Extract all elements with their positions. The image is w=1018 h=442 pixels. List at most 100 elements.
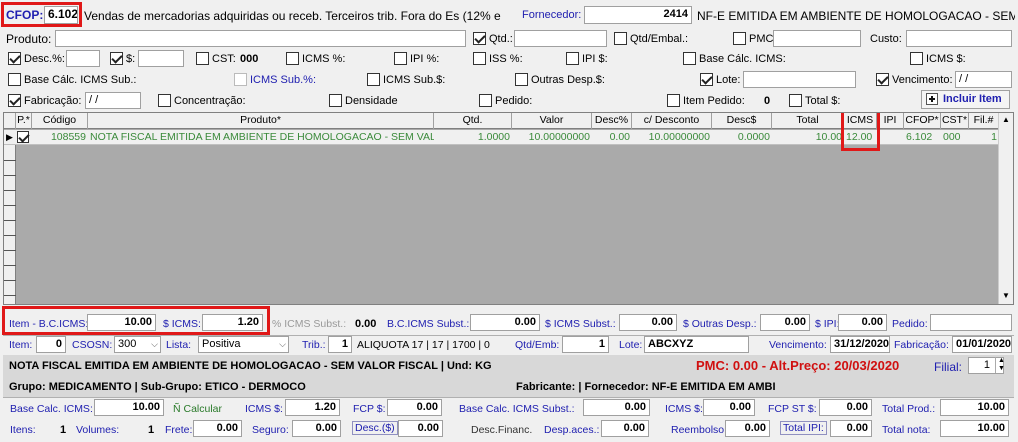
vencimento-input-lower[interactable]: 31/12/2020: [830, 336, 890, 353]
total-prod-input[interactable]: 10.00: [940, 399, 1009, 416]
pedido-checkbox[interactable]: [479, 94, 492, 107]
cst-checkbox[interactable]: [196, 52, 209, 65]
grid-header-cst[interactable]: CST*: [941, 113, 969, 129]
custo-input[interactable]: [906, 30, 1012, 47]
custo-label: Custo:: [870, 33, 902, 45]
ipi-input[interactable]: 0.00: [838, 314, 887, 331]
fabricacao-label-lower: Fabricação:: [894, 339, 949, 351]
ipi-pct-checkbox[interactable]: [394, 52, 407, 65]
seguro-input[interactable]: 0.00: [292, 420, 341, 437]
row-p-checkbox[interactable]: [17, 131, 29, 143]
volumes-label: Volumes:: [76, 424, 120, 436]
cell-desc-pct: 0.00: [609, 131, 630, 143]
qtd-embal-label: Qtd/Embal.:: [630, 33, 689, 45]
icms-subst-input[interactable]: 0.00: [619, 314, 677, 331]
icms-val-total[interactable]: 0.00: [703, 399, 755, 416]
icms-sub-val-checkbox[interactable]: [367, 73, 380, 86]
lote-label-lower: Lote:: [619, 339, 643, 351]
produto-label: Produto:: [6, 32, 52, 46]
spinner-arrows-icon[interactable]: ▲ ▼: [995, 357, 1005, 373]
dollar-checkbox[interactable]: [110, 52, 123, 65]
desc-input[interactable]: 0.00: [398, 420, 443, 437]
grid-header-desc-val[interactable]: Desc$: [712, 113, 772, 129]
fabricacao-input-lower[interactable]: 01/01/2020: [952, 336, 1012, 353]
base-icms-subst-input[interactable]: 0.00: [583, 399, 650, 416]
outras-desp-input[interactable]: 0.00: [760, 314, 810, 331]
desc-label[interactable]: Desc.($): [352, 421, 398, 435]
icms-pct-checkbox[interactable]: [286, 52, 299, 65]
grid-header-valor[interactable]: Valor: [512, 113, 592, 129]
fornecedor-code-input[interactable]: 2414: [584, 6, 692, 24]
scroll-up-icon[interactable]: ▲: [1002, 115, 1010, 124]
fcp-st-input[interactable]: 0.00: [819, 399, 872, 416]
qtd-checkbox[interactable]: [473, 32, 486, 45]
icms-sub-pct-checkbox[interactable]: [234, 73, 247, 86]
qtd-emb-input[interactable]: 1: [562, 336, 609, 353]
incluir-item-button[interactable]: Incluir Item: [921, 90, 1010, 109]
icms-column-highlight: [841, 113, 880, 151]
grid-vertical-scrollbar[interactable]: ▲ ▼: [998, 113, 1013, 304]
lista-value: Positiva: [202, 338, 241, 350]
grid-header-fil[interactable]: Fil.#: [969, 113, 999, 129]
produto-input[interactable]: [55, 30, 466, 47]
grid-header-total[interactable]: Total: [772, 113, 844, 129]
concentracao-checkbox[interactable]: [158, 94, 171, 107]
csosn-select[interactable]: 300 ⌵: [114, 336, 161, 353]
vencimento-input[interactable]: / /: [955, 71, 1012, 88]
desp-aces-input[interactable]: 0.00: [601, 420, 649, 437]
qtd-input[interactable]: [514, 30, 607, 47]
scroll-down-icon[interactable]: ▼: [1002, 291, 1010, 300]
fabricacao-input[interactable]: / /: [85, 92, 141, 109]
grid-header-codigo[interactable]: Código: [32, 113, 88, 129]
iss-pct-checkbox[interactable]: [473, 52, 486, 65]
items-grid[interactable]: P.* Código Produto* Qtd. Valor Desc% c/ …: [3, 112, 1014, 305]
filial-value: 1: [983, 359, 990, 371]
lote-input[interactable]: [743, 71, 856, 88]
reembolso-input[interactable]: 0.00: [725, 420, 770, 437]
item-pedido-checkbox[interactable]: [667, 94, 680, 107]
ipi-label: $ IPI:: [815, 318, 840, 330]
pmc-input[interactable]: [773, 30, 861, 47]
grid-header-desc-pct[interactable]: Desc%: [592, 113, 632, 129]
total-nota-input[interactable]: 10.00: [940, 420, 1009, 437]
lote-input-lower[interactable]: ABCXYZ: [644, 336, 749, 353]
grupo-info: Grupo: MEDICAMENTO | Sub-Grupo: ETICO - …: [9, 381, 306, 393]
pmc-info: PMC: 0.00 - Alt.Preço: 20/03/2020: [696, 358, 900, 373]
item-input[interactable]: 0: [36, 336, 66, 353]
grid-header-ipi[interactable]: IPI: [877, 113, 904, 129]
total-val-checkbox[interactable]: [789, 94, 802, 107]
outras-desp-checkbox[interactable]: [515, 73, 528, 86]
grid-header-produto[interactable]: Produto*: [88, 113, 434, 129]
grid-header-p[interactable]: P.*: [16, 113, 32, 129]
lote-checkbox[interactable]: [700, 73, 713, 86]
base-calc-icms-checkbox[interactable]: [683, 52, 696, 65]
total-prod-label: Total Prod.:: [882, 403, 936, 415]
base-calc-icms-total[interactable]: 10.00: [94, 399, 164, 416]
qtd-embal-checkbox[interactable]: [614, 32, 627, 45]
pedido-label: Pedido:: [495, 95, 533, 107]
base-calc-icms-sub-checkbox[interactable]: [8, 73, 21, 86]
total-ipi-input[interactable]: 0.00: [830, 420, 872, 437]
grid-header-c-desconto[interactable]: c/ Desconto: [632, 113, 712, 129]
frete-input[interactable]: 0.00: [193, 420, 242, 437]
pmc-checkbox[interactable]: [733, 32, 746, 45]
icms-total[interactable]: 1.20: [285, 399, 340, 416]
icms-val-checkbox[interactable]: [910, 52, 923, 65]
trib-input[interactable]: 1: [328, 336, 352, 353]
lista-select[interactable]: Positiva ⌵: [198, 336, 289, 353]
desc-pct-input[interactable]: [66, 50, 100, 67]
pedido-input[interactable]: [930, 314, 1012, 331]
grid-header-cfop[interactable]: CFOP*: [904, 113, 941, 129]
ipi-val-checkbox[interactable]: [566, 52, 579, 65]
fabricacao-checkbox[interactable]: [8, 94, 21, 107]
vencimento-checkbox[interactable]: [876, 73, 889, 86]
bc-icms-subst-input[interactable]: 0.00: [470, 314, 540, 331]
densidade-checkbox[interactable]: [329, 94, 342, 107]
dollar-input[interactable]: [138, 50, 184, 67]
grid-header-qtd[interactable]: Qtd.: [434, 113, 512, 129]
fcp-input[interactable]: 0.00: [387, 399, 442, 416]
total-ipi-label[interactable]: Total IPI:: [780, 421, 827, 435]
n-calcular-link[interactable]: Ñ Calcular: [173, 403, 222, 415]
desc-pct-checkbox[interactable]: [8, 52, 21, 65]
reembolso-label: Reembolso:: [671, 424, 728, 436]
